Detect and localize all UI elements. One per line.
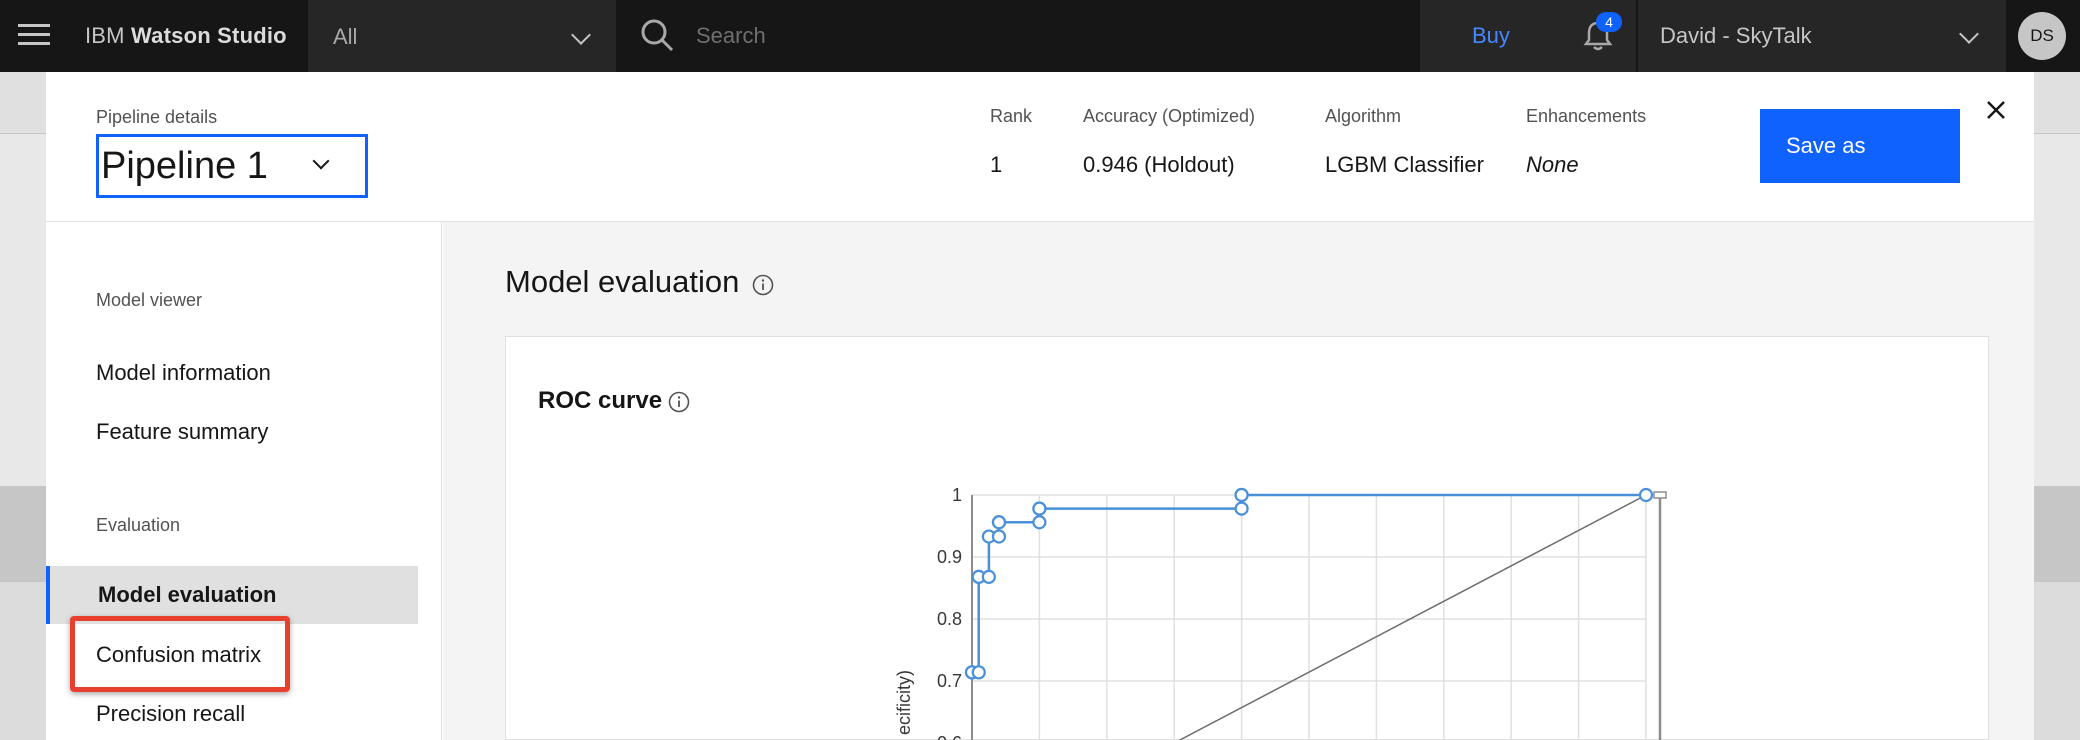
chevron-down-icon [571, 25, 591, 45]
roc-data-point [971, 665, 986, 680]
y-tick-label: 0.6 [937, 733, 962, 740]
pipeline-select-value: Pipeline 1 [101, 145, 268, 187]
enhancements-label: Enhancements [1526, 106, 1647, 126]
axis-end-marker [1653, 491, 1667, 499]
avatar[interactable]: DS [2018, 12, 2066, 60]
roc-data-point [1032, 515, 1047, 530]
chevron-down-icon [1959, 24, 1979, 44]
pipeline-details-label: Pipeline details [96, 107, 218, 127]
main-content: Model evaluation ROC curve 10.90.80.70.6… [443, 222, 2034, 740]
accuracy-label: Accuracy (Optimized) [1083, 106, 1256, 126]
utility-area: Buy 4 [1420, 0, 1636, 72]
modal-header: Pipeline details Pipeline 1 Rank 1 Accur… [46, 72, 2034, 222]
search-bar [618, 0, 1418, 72]
chevron-down-icon [312, 152, 330, 170]
accuracy-value: 0.946 (Holdout) [1083, 152, 1235, 177]
top-navigation-bar: IBM Watson Studio All Buy 4 David - SkyT… [0, 0, 2080, 72]
algorithm-value: LGBM Classifier [1325, 152, 1484, 177]
product-name[interactable]: IBM Watson Studio [85, 23, 287, 49]
roc-data-point [1032, 501, 1047, 516]
search-icon [641, 19, 674, 52]
highlight-annotation [70, 616, 290, 692]
roc-data-point [1234, 487, 1249, 503]
pipeline-select[interactable]: Pipeline 1 [96, 134, 368, 198]
roc-curve-card: ROC curve 10.90.80.70.6ecificity) [505, 336, 1989, 740]
save-as-button[interactable]: Save as [1760, 109, 1960, 183]
search-input[interactable] [696, 20, 1296, 52]
rank-value: 1 [990, 152, 1003, 177]
brand-prefix: IBM [85, 23, 132, 48]
account-name: David - SkyTalk [1660, 23, 1812, 48]
y-tick-label: 0.8 [937, 609, 962, 629]
menu-icon[interactable] [18, 24, 50, 48]
sidebar-item-label: Model evaluation [98, 582, 277, 607]
sidebar-item-precision-recall[interactable]: Precision recall [96, 701, 245, 727]
section-model-viewer: Model viewer [96, 290, 203, 310]
roc-data-point [1638, 487, 1654, 503]
buy-link[interactable]: Buy [1472, 23, 1510, 49]
model-viewer-sidebar: Model viewer Model information Feature s… [46, 222, 442, 740]
roc-curve-chart: 1 0.9 0.8 0.7 0.6 ecificity) [894, 485, 1667, 740]
page-title: Model evaluation [505, 264, 740, 299]
notification-badge: 4 [1596, 12, 1622, 32]
scope-value: All [333, 24, 358, 49]
enhancements-value: None [1526, 152, 1579, 177]
account-switcher[interactable]: David - SkyTalk [1638, 0, 2006, 72]
close-icon[interactable] [1984, 98, 2008, 122]
sidebar-item-model-information[interactable]: Model information [96, 360, 271, 386]
sidebar-item-feature-summary[interactable]: Feature summary [96, 419, 268, 445]
roc-data-point [991, 515, 1007, 530]
scope-dropdown[interactable]: All [308, 0, 616, 72]
brand-name: Watson Studio [131, 23, 287, 48]
roc-data-point [1234, 501, 1249, 516]
y-axis-label: ecificity) [894, 670, 914, 735]
pipeline-details-modal: Pipeline details Pipeline 1 Rank 1 Accur… [46, 72, 2034, 740]
roc-data-point [981, 569, 996, 584]
section-evaluation: Evaluation [96, 515, 181, 535]
y-tick-label: 1 [952, 485, 962, 505]
roc-data-point [991, 529, 1007, 544]
info-icon[interactable] [752, 274, 774, 296]
reference-line [1178, 494, 1647, 740]
algorithm-label: Algorithm [1325, 106, 1402, 126]
y-tick-label: 0.9 [937, 547, 962, 567]
rank-label: Rank [990, 106, 1033, 126]
y-tick-label: 0.7 [937, 671, 962, 691]
